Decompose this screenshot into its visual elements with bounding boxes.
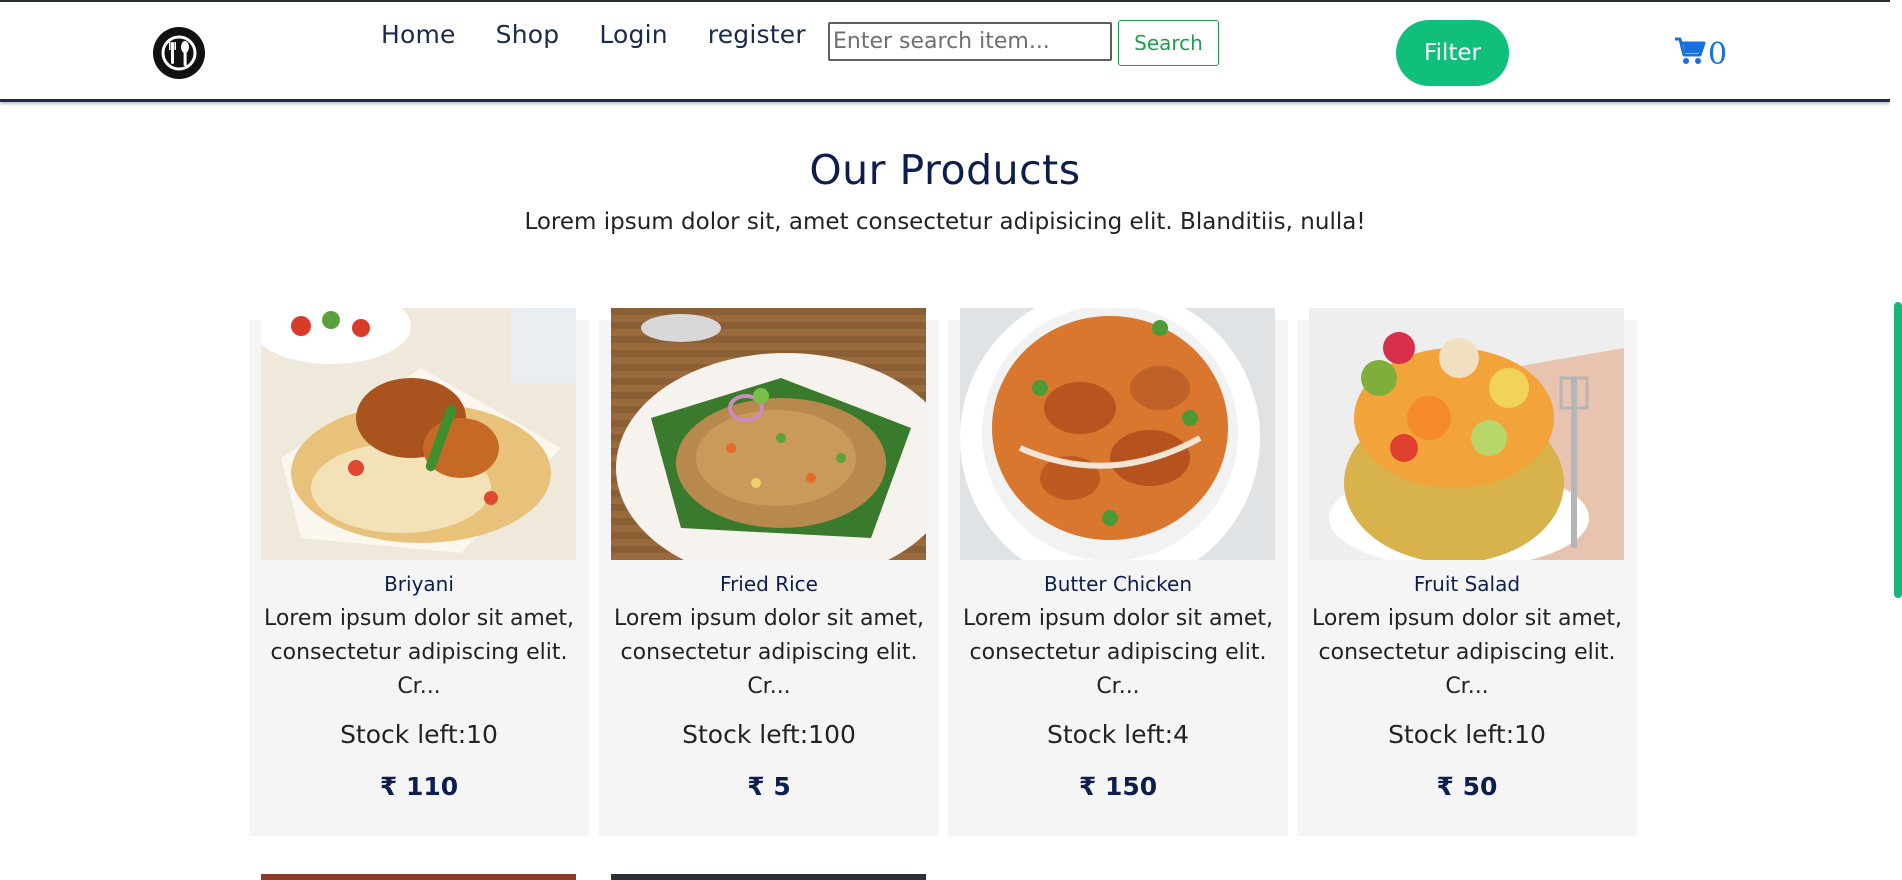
- product-name: Butter Chicken: [1043, 572, 1192, 596]
- search-button[interactable]: Search: [1118, 20, 1219, 66]
- nav-register-link[interactable]: register: [708, 20, 806, 49]
- product-image[interactable]: [611, 308, 926, 560]
- section-title: Our Products: [809, 146, 1081, 194]
- product-price: ₹ 150: [1078, 772, 1158, 801]
- nav-shop-link[interactable]: Shop: [496, 20, 560, 49]
- main-nav: Home Shop Login register: [381, 20, 806, 49]
- product-description: Lorem ipsum dolor sit amet, consectetur …: [613, 606, 925, 699]
- product-card[interactable]: Butter Chicken Lorem ipsum dolor sit ame…: [948, 308, 1288, 836]
- product-name: Briyani: [384, 572, 454, 596]
- product-image[interactable]: [960, 308, 1275, 560]
- scrollbar-thumb[interactable]: [1894, 302, 1902, 598]
- section-subtitle: Lorem ipsum dolor sit, amet consectetur …: [524, 209, 1366, 235]
- product-price: ₹ 5: [747, 772, 791, 801]
- product-image[interactable]: [261, 308, 576, 560]
- product-stock: Stock left:10: [340, 720, 498, 749]
- filter-button[interactable]: Filter: [1396, 20, 1509, 86]
- product-price: ₹ 50: [1436, 772, 1498, 801]
- product-name: Fried Rice: [720, 572, 818, 596]
- page: Home Shop Login register Search Filter 0…: [0, 0, 1902, 880]
- product-image[interactable]: [261, 874, 576, 880]
- product-description: Lorem ipsum dolor sit amet, consectetur …: [1311, 606, 1623, 699]
- nav-home-link[interactable]: Home: [381, 20, 456, 49]
- product-description: Lorem ipsum dolor sit amet, consectetur …: [263, 606, 575, 699]
- product-card[interactable]: Fried Rice Lorem ipsum dolor sit amet, c…: [599, 308, 939, 836]
- product-image[interactable]: [1309, 308, 1624, 560]
- product-name: Fruit Salad: [1413, 572, 1521, 596]
- nav-login-link[interactable]: Login: [599, 20, 667, 49]
- product-stock: Stock left:4: [1047, 720, 1189, 749]
- product-price: ₹ 110: [379, 772, 459, 801]
- product-stock: Stock left:100: [682, 720, 856, 749]
- search-input[interactable]: [828, 22, 1112, 61]
- cart-button[interactable]: 0: [1674, 36, 1727, 70]
- navbar: Home Shop Login register Search Filter 0: [0, 0, 1890, 102]
- product-card[interactable]: Briyani Lorem ipsum dolor sit amet, cons…: [249, 308, 589, 836]
- restaurant-logo-icon[interactable]: [153, 27, 205, 79]
- product-image[interactable]: [611, 874, 926, 880]
- product-description: Lorem ipsum dolor sit amet, consectetur …: [962, 606, 1274, 699]
- cart-count: 0: [1708, 37, 1728, 72]
- product-stock: Stock left:10: [1388, 720, 1546, 749]
- shopping-cart-icon: [1674, 36, 1706, 70]
- product-card[interactable]: Fruit Salad Lorem ipsum dolor sit amet, …: [1297, 308, 1637, 836]
